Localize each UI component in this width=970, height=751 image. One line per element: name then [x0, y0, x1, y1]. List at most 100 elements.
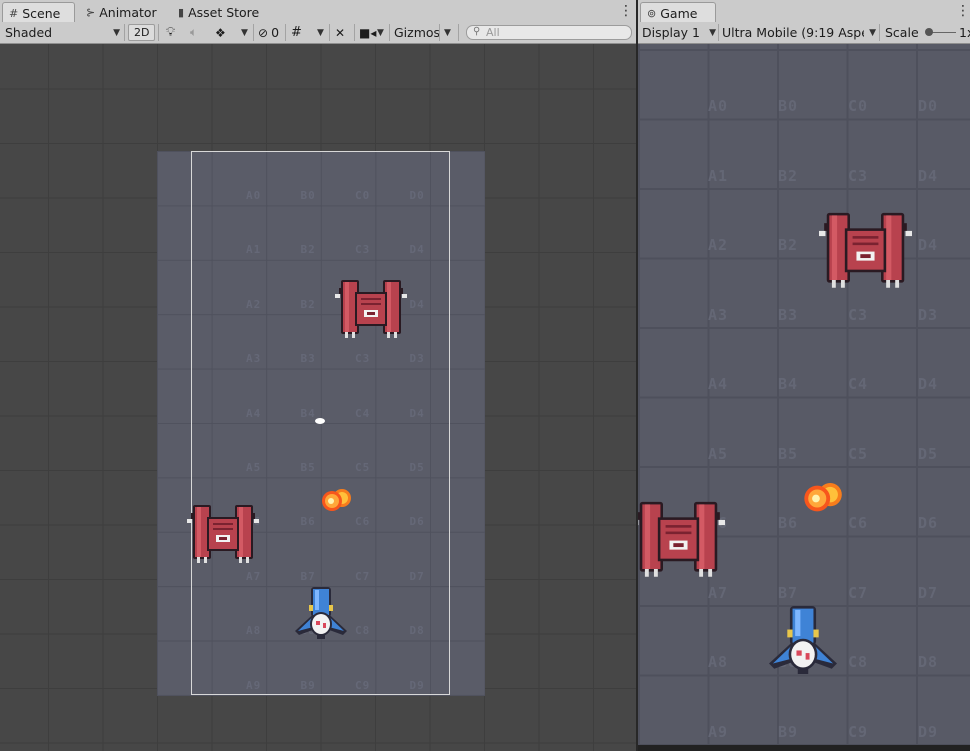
scale-value: 1x [959, 22, 970, 43]
pivot-gizmo-icon[interactable] [315, 418, 325, 424]
game-bottom-bar [638, 745, 970, 751]
grid-cell-label: D4 [918, 236, 939, 254]
tab-scene[interactable]: # Scene [2, 2, 75, 23]
divider [158, 24, 159, 41]
audio-toggle[interactable]: 🔈︎ [190, 22, 197, 43]
video-camera-icon: ■◂ [359, 25, 377, 40]
game-options-icon[interactable]: ⋮ [956, 3, 970, 19]
scene-tabbar: # Scene ⊱ Animator ▮ Asset Store ⋮ [0, 0, 636, 23]
game-panel: ⊚ Game ⋮ Display 1 ▼ Ultra Mobile (9:19 … [638, 0, 970, 751]
camera-dropdown[interactable]: ▼ [377, 22, 384, 43]
camera-toggle[interactable]: ■◂ [359, 22, 376, 43]
enemy-ship [819, 212, 912, 288]
tab-game-label: Game [660, 5, 698, 21]
enemy-ship [638, 501, 725, 577]
grid-icon: # [9, 6, 19, 20]
lightbulb-icon: 💡︎ [166, 25, 176, 40]
divider [329, 24, 330, 41]
grid-dropdown[interactable]: ▼ [317, 22, 324, 43]
grid-cell-label: C6 [848, 514, 869, 532]
fireball-projectile[interactable] [322, 489, 354, 513]
tab-animator-label: Animator [99, 5, 157, 20]
hidden-count: 0 [271, 25, 280, 40]
grid-cell-label: B5 [778, 444, 799, 463]
divider [253, 24, 254, 41]
grid-cell-label: A7 [708, 583, 729, 602]
tools-toggle[interactable]: ✕ [335, 22, 345, 43]
grid-cell-label: B0 [778, 97, 799, 115]
search-icon: ⚲ [473, 26, 481, 37]
scene-toolbar: Shaded ▼ 2D 💡︎ 🔈︎ ❖ ▼ ⊘ 0 # ▼ ✕ ■◂ ▼ Giz… [0, 22, 636, 44]
tab-animator[interactable]: ⊱ Animator [80, 3, 163, 22]
grid-cell-label: C8 [848, 653, 869, 671]
gamepad-icon: ⊚ [647, 6, 657, 20]
enemy-ship[interactable] [335, 278, 407, 338]
scene-viewport[interactable]: A0B0C0D0A1B2C3D4A2B2C3D4A3B3C3D3A4B4C4D4… [0, 44, 636, 751]
grid-cell-label: C3 [848, 166, 869, 185]
search-placeholder: All [486, 26, 500, 39]
grid-cell-label: A2 [708, 236, 729, 254]
player-ship[interactable] [295, 587, 347, 639]
2d-mode-label: 2D [134, 26, 150, 39]
grid-cell-label: D4 [918, 166, 939, 185]
tab-scene-label: Scene [22, 5, 61, 21]
grid-cell-label: B3 [778, 305, 799, 324]
chevron-down-icon: ▼ [709, 27, 716, 38]
divider [354, 24, 355, 41]
grid-cell-label: C7 [848, 583, 869, 602]
effects-icon: ❖ [215, 25, 226, 40]
game-tabbar: ⊚ Game ⋮ [638, 0, 970, 23]
grid-cell-label: D8 [918, 653, 939, 671]
grid-cell-label: B2 [778, 166, 799, 185]
aspect-dropdown[interactable]: Ultra Mobile (9:19 Aspect) ▼ [722, 22, 876, 43]
gizmos-dropdown[interactable]: ▼ [444, 22, 451, 43]
hidden-eye-icon: ⊘ [258, 25, 269, 40]
divider [718, 24, 719, 41]
divider [389, 24, 390, 41]
divider [879, 24, 880, 41]
scene-search-input[interactable]: ⚲ All [466, 25, 632, 40]
grid-toggle[interactable]: # [291, 22, 302, 43]
shopping-bag-icon: ▮ [178, 6, 185, 19]
shading-mode-dropdown[interactable]: Shaded ▼ [5, 22, 120, 43]
effects-toggle[interactable]: ❖ [215, 22, 226, 43]
scene-options-icon[interactable]: ⋮ [619, 3, 633, 19]
wrench-icon: ✕ [335, 25, 346, 40]
display-dropdown[interactable]: Display 1 ▼ [642, 22, 716, 43]
grid-cell-label: C5 [848, 444, 869, 463]
grid-cell-label: D5 [918, 444, 939, 463]
grid-cell-label: C9 [848, 722, 869, 741]
scale-label: Scale [885, 22, 919, 43]
grid-cell-label: D7 [918, 583, 939, 602]
scale-slider-handle[interactable] [925, 28, 933, 36]
enemy-ship[interactable] [187, 503, 259, 563]
tab-asset-store[interactable]: ▮ Asset Store [172, 3, 265, 22]
grid-cell-label: A1 [708, 166, 729, 185]
divider [458, 24, 459, 41]
grid-cell-label: A4 [708, 375, 729, 393]
grid-cell-label: A5 [708, 444, 729, 463]
lighting-toggle[interactable]: 💡︎ [166, 22, 175, 43]
divider [439, 24, 440, 41]
chevron-down-icon: ▼ [444, 27, 451, 38]
chevron-down-icon: ▼ [317, 27, 324, 38]
speaker-icon: 🔈︎ [190, 25, 198, 39]
game-toolbar: Display 1 ▼ Ultra Mobile (9:19 Aspect) ▼… [638, 22, 970, 44]
grid-cell-label: B6 [778, 514, 799, 532]
gizmos-button[interactable]: Gizmos [394, 22, 440, 43]
chevron-down-icon: ▼ [241, 27, 248, 38]
grid-cell-label: D9 [918, 722, 939, 741]
grid-cell-label: A0 [708, 97, 729, 115]
scale-label-text: Scale [885, 25, 919, 40]
2d-mode-button[interactable]: 2D [128, 24, 156, 41]
scene-visibility-toggle[interactable]: ⊘ 0 [258, 22, 279, 43]
aspect-value: Ultra Mobile (9:19 Aspect) [722, 25, 864, 40]
scene-panel: # Scene ⊱ Animator ▮ Asset Store ⋮ Shade… [0, 0, 636, 751]
grid-cell-label: C4 [848, 375, 869, 393]
effects-dropdown[interactable]: ▼ [241, 22, 248, 43]
chevron-down-icon: ▼ [377, 27, 384, 38]
grid-cell-label: A8 [708, 653, 729, 671]
animator-icon: ⊱ [86, 6, 96, 19]
tab-game[interactable]: ⊚ Game [640, 2, 716, 23]
game-viewport[interactable]: A0B0C0D0A1B2C3D4A2B2C3D4A3B3C3D3A4B4C4D4… [638, 44, 970, 745]
